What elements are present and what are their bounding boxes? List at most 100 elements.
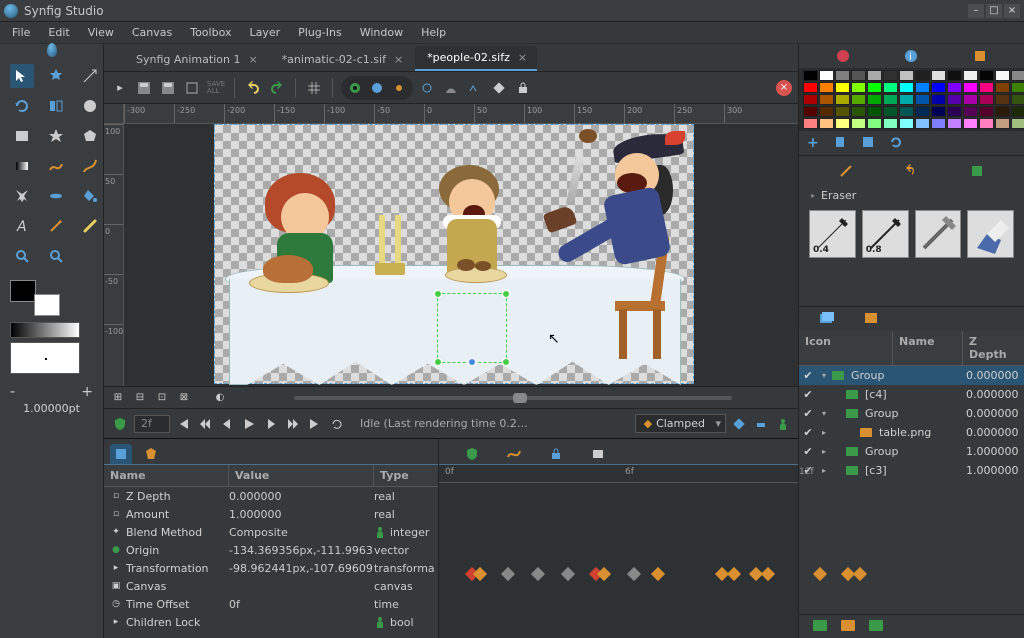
palette-cell[interactable] (883, 106, 898, 117)
param-row[interactable]: ●Origin-134.369356px,-111.9963vector (104, 541, 438, 559)
circle-tool[interactable] (78, 94, 102, 118)
palette-cell[interactable] (883, 118, 898, 129)
canvas[interactable]: ↖ (214, 124, 694, 384)
keyframes-tab[interactable] (140, 444, 162, 464)
saveall-icon[interactable]: SAVEALL (206, 78, 226, 98)
minimize-button[interactable]: – (968, 4, 984, 18)
palette-cell[interactable] (819, 106, 834, 117)
palette-cell[interactable] (979, 106, 994, 117)
layers-tab-library[interactable] (863, 311, 879, 328)
close-icon[interactable]: × (248, 53, 257, 66)
palette-cell[interactable] (995, 82, 1010, 93)
palette-cell[interactable] (899, 70, 914, 81)
sketch-tool[interactable] (44, 214, 68, 238)
save-icon[interactable] (134, 78, 154, 98)
palette-cell[interactable] (867, 118, 882, 129)
onion-skin-icon[interactable]: ◐ (212, 390, 228, 406)
grid-icon[interactable] (304, 78, 324, 98)
doc-tab-0[interactable]: Synfig Animation 1× (124, 48, 268, 71)
gradient-preview[interactable] (10, 322, 80, 338)
close-canvas-icon[interactable]: × (776, 80, 792, 96)
palette-cell[interactable] (851, 70, 866, 81)
palette-cell[interactable] (979, 94, 994, 105)
onion-prev-icon[interactable] (345, 78, 365, 98)
palette-cell[interactable] (995, 94, 1010, 105)
palette-cell[interactable] (851, 94, 866, 105)
palette-cell[interactable] (931, 70, 946, 81)
palette-cell[interactable] (819, 82, 834, 93)
menu-edit[interactable]: Edit (40, 24, 77, 41)
palette-cell[interactable] (979, 118, 994, 129)
brush-preset-3[interactable] (967, 210, 1014, 258)
palette-cell[interactable] (915, 118, 930, 129)
undo-icon[interactable] (243, 78, 263, 98)
palette-cell[interactable] (931, 118, 946, 129)
polygon-tool[interactable] (78, 124, 102, 148)
menu-window[interactable]: Window (352, 24, 411, 41)
palette-cell[interactable] (851, 118, 866, 129)
palette-cell[interactable] (819, 70, 834, 81)
layer-dup-icon[interactable] (841, 620, 857, 634)
foreground-color[interactable] (10, 280, 36, 302)
pal-refresh-icon[interactable] (889, 135, 903, 152)
show-guides-icon[interactable]: ⊠ (176, 390, 192, 406)
zoom-tool[interactable] (44, 244, 68, 268)
pal-add-icon[interactable]: + (807, 135, 819, 151)
gradient-tool[interactable] (10, 154, 34, 178)
param-row[interactable]: ▫Amount1.000000real (104, 505, 438, 523)
param-row[interactable]: ▣Canvascanvas (104, 577, 438, 595)
palette-cell[interactable] (803, 118, 818, 129)
palette-cell[interactable] (803, 94, 818, 105)
timeline-ruler[interactable]: 0f 6f 12f (439, 465, 798, 483)
pal-save-icon[interactable] (861, 135, 875, 152)
palette-cell[interactable] (947, 82, 962, 93)
seek-start-icon[interactable] (174, 415, 192, 433)
scale-tool[interactable] (78, 64, 102, 88)
palette-cell[interactable] (931, 82, 946, 93)
palette-cell[interactable] (883, 70, 898, 81)
doc-tab-2[interactable]: *people-02.sifz× (415, 46, 537, 71)
palette-cell[interactable] (915, 106, 930, 117)
palette-cell[interactable] (947, 106, 962, 117)
canvas-area[interactable]: -300-250-200-150-100-5005010015020025030… (104, 104, 798, 386)
person-icon[interactable] (774, 415, 792, 433)
palette-cell[interactable] (1011, 118, 1024, 129)
palette-cell[interactable] (835, 106, 850, 117)
menu-toolbox[interactable]: Toolbox (182, 24, 239, 41)
maximize-button[interactable]: □ (986, 4, 1002, 18)
selection-box[interactable] (437, 293, 507, 363)
close-icon[interactable]: × (518, 51, 527, 64)
text-tool[interactable]: A (10, 214, 34, 238)
layer-del-icon[interactable] (869, 620, 885, 634)
palette-cell[interactable] (883, 94, 898, 105)
viewport[interactable]: ↖ (124, 124, 798, 386)
palette-cell[interactable] (1011, 106, 1024, 117)
menu-plugins[interactable]: Plug-Ins (290, 24, 350, 41)
tl-tab-history[interactable] (547, 445, 565, 463)
export-icon[interactable] (182, 78, 202, 98)
background-color[interactable] (34, 294, 60, 316)
palette-cell[interactable] (963, 70, 978, 81)
render-icon[interactable] (417, 78, 437, 98)
star-tool[interactable] (44, 124, 68, 148)
palette-cell[interactable] (819, 94, 834, 105)
palette-cell[interactable] (819, 118, 834, 129)
palette-cell[interactable] (835, 70, 850, 81)
fill-tool[interactable] (78, 184, 102, 208)
menu-help[interactable]: Help (413, 24, 454, 41)
brush-tab-draw[interactable] (839, 164, 853, 181)
palette-cell[interactable] (899, 106, 914, 117)
palette-cell[interactable] (963, 94, 978, 105)
palette-cell[interactable] (803, 70, 818, 81)
size-increase[interactable]: + (81, 384, 93, 400)
palette-cell[interactable] (835, 118, 850, 129)
palette-cell[interactable] (1011, 70, 1024, 81)
timeline-body[interactable] (439, 483, 798, 638)
palette-cell[interactable] (867, 70, 882, 81)
palette-cell[interactable] (931, 94, 946, 105)
handle-bl[interactable] (434, 358, 442, 366)
palette-cell[interactable] (947, 94, 962, 105)
palette-cell[interactable] (963, 106, 978, 117)
tl-tab-sets[interactable] (589, 445, 607, 463)
keyframe-icon[interactable] (489, 78, 509, 98)
